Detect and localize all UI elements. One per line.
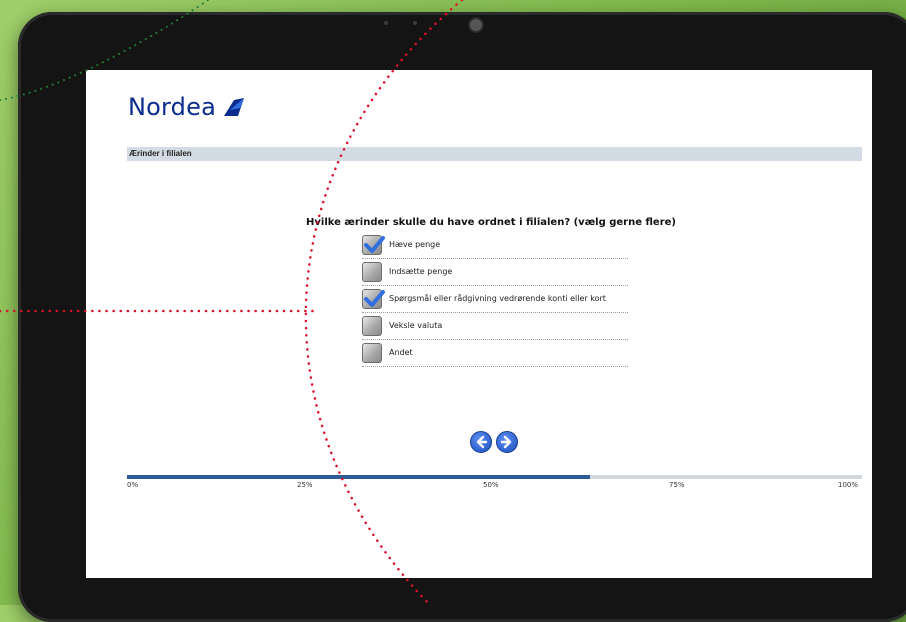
progress-tick-0: 0% [127,481,139,489]
next-button[interactable] [496,431,518,453]
sail-logo-icon [224,98,244,116]
option-label: Hæve penge [389,240,441,249]
progress-tick-75: 75% [669,481,685,489]
question-text: Hvilke ærinder skulle du have ordnet i f… [306,217,676,228]
sensor-dot [384,21,388,25]
camera-icon [468,17,484,33]
option-checkbox[interactable] [362,235,385,255]
brand-name: Nordea [128,93,216,121]
option-row[interactable]: Spørgsmål eller rådgivning vedrørende ko… [362,287,628,313]
tablet-frame: Nordea Ærinder i filialen Hvilke ærinder… [18,12,906,622]
sensor-dot [413,21,417,25]
option-row[interactable]: Indsætte penge [362,260,628,286]
checkmark-icon [364,290,385,307]
survey-screen: Nordea Ærinder i filialen Hvilke ærinder… [86,70,872,578]
option-checkbox[interactable] [362,343,382,363]
option-label: Andet [389,348,413,357]
progress-tick-50: 50% [483,481,499,489]
option-checkbox[interactable] [362,316,382,336]
option-row[interactable]: Andet [362,341,628,367]
back-arrow-icon [476,435,488,449]
option-label: Spørgsmål eller rådgivning vedrørende ko… [389,294,606,303]
checkmark-icon [364,236,385,253]
progress-bar [127,475,862,479]
progress-tick-25: 25% [297,481,313,489]
option-checkbox[interactable] [362,262,382,282]
progress-fill [127,475,591,479]
option-row[interactable]: Hæve penge [362,233,628,259]
option-label: Indsætte penge [389,267,453,276]
option-checkbox[interactable] [362,289,385,309]
back-button[interactable] [470,431,492,453]
forward-arrow-icon [500,435,512,449]
nordea-logo: Nordea [128,90,246,124]
section-header: Ærinder i filialen [127,147,862,161]
progress-tick-100: 100% [838,481,859,489]
option-label: Veksle valuta [389,321,443,330]
option-row[interactable]: Veksle valuta [362,314,628,340]
